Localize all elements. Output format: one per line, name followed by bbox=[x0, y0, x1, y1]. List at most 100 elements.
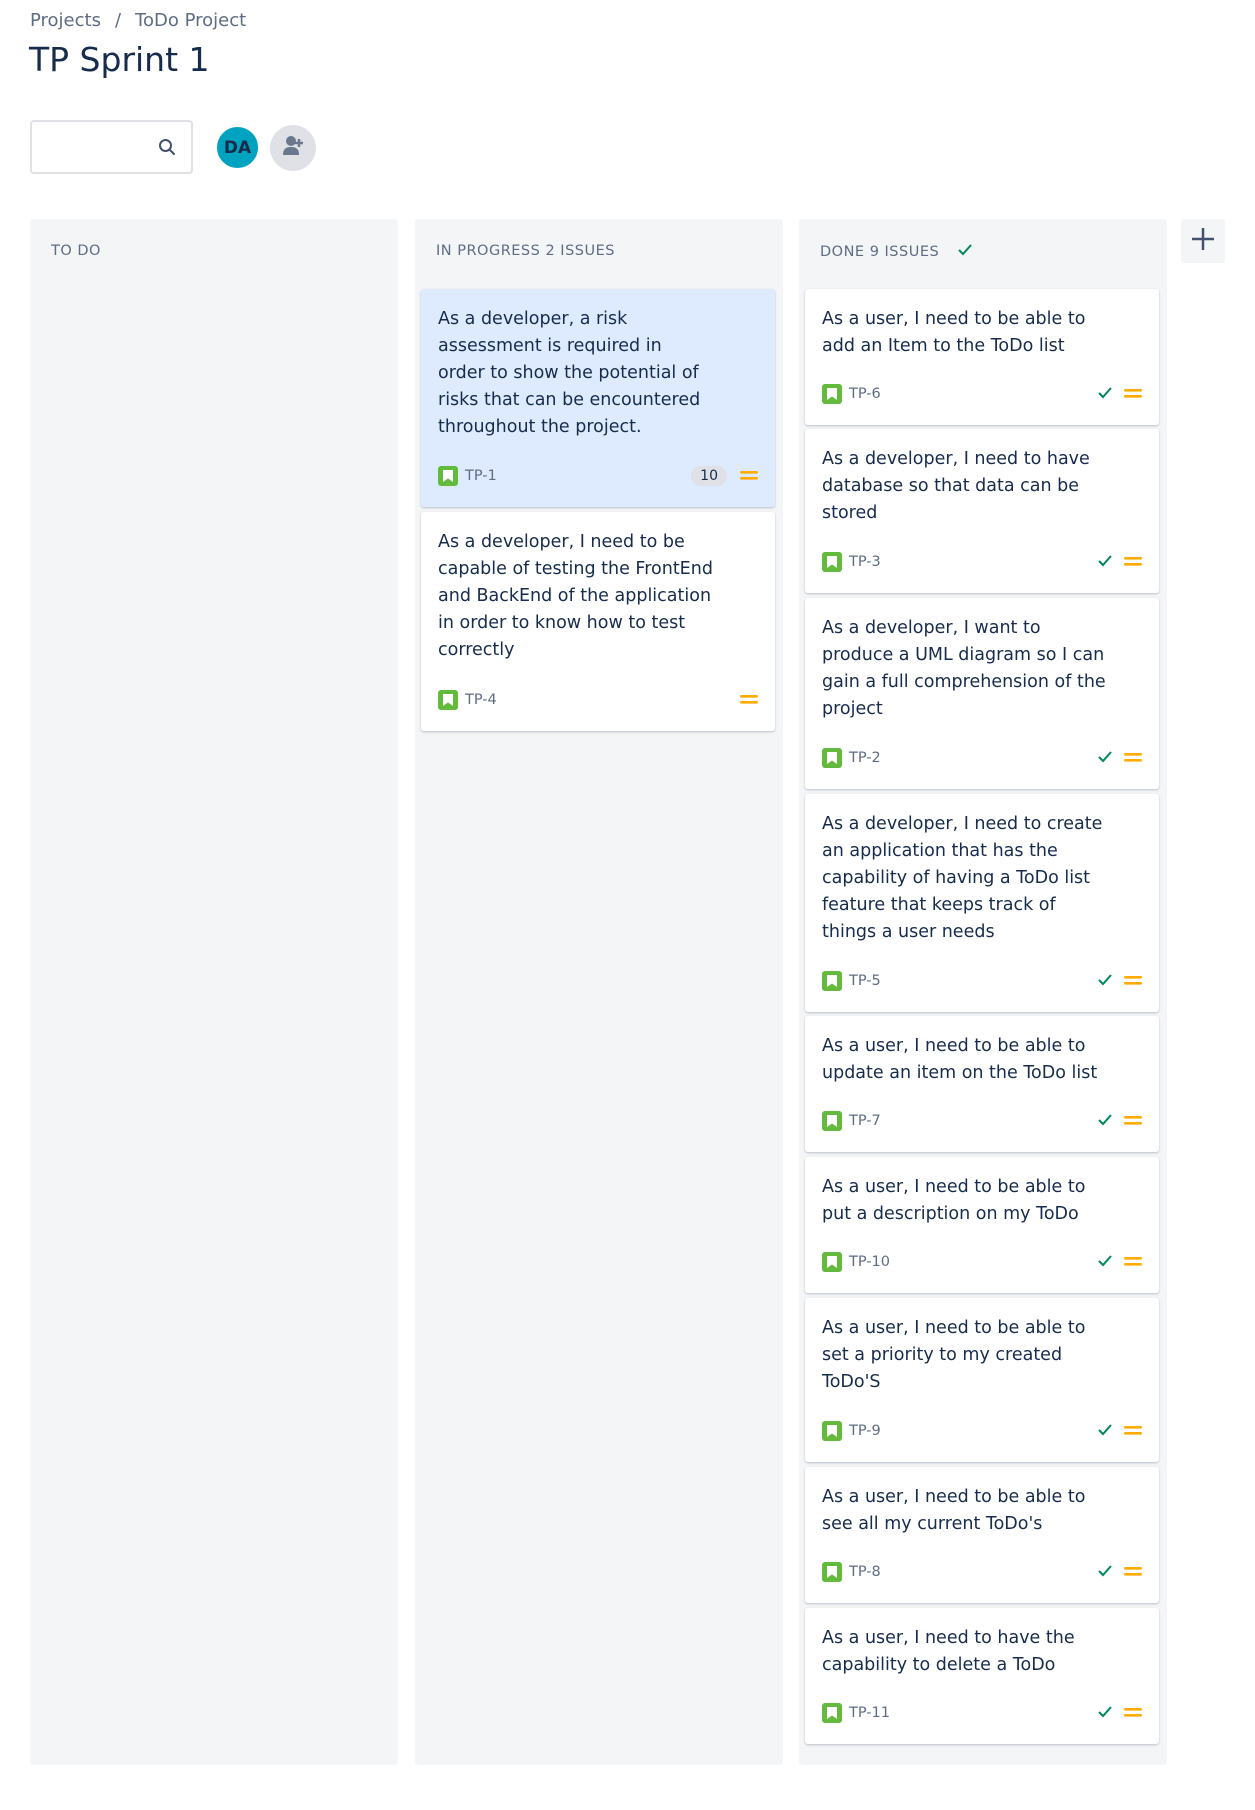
priority-medium-icon bbox=[1123, 1563, 1143, 1582]
issue-card[interactable]: As a developer, I need to create an appl… bbox=[805, 794, 1159, 1012]
card-footer: TP-9 bbox=[822, 1420, 1143, 1442]
issue-key[interactable]: TP-9 bbox=[849, 1423, 881, 1439]
story-points-badge: 10 bbox=[691, 466, 727, 486]
issue-card[interactable]: As a user, I need to be able to put a de… bbox=[805, 1157, 1159, 1293]
search-icon bbox=[157, 137, 177, 161]
issue-key[interactable]: TP-4 bbox=[465, 692, 497, 708]
card-footer: TP-11 bbox=[822, 1702, 1143, 1724]
done-check-icon bbox=[957, 243, 973, 261]
column-done: DONE 9 ISSUES As a user, I need to be ab… bbox=[799, 219, 1167, 1765]
card-summary: As a user, I need to be able to add an I… bbox=[822, 309, 1086, 356]
card-summary: As a user, I need to be able to put a de… bbox=[822, 1177, 1086, 1224]
card-footer-icons bbox=[1097, 1422, 1143, 1441]
issue-key[interactable]: TP-3 bbox=[849, 554, 881, 570]
column-title: DONE 9 ISSUES bbox=[820, 244, 940, 260]
issue-card[interactable]: As a user, I need to be able to see all … bbox=[805, 1467, 1159, 1603]
card-footer-icons bbox=[1097, 1112, 1143, 1131]
card-summary: As a user, I need to be able to update a… bbox=[822, 1036, 1098, 1083]
issue-key[interactable]: TP-10 bbox=[849, 1254, 890, 1270]
issue-card[interactable]: As a user, I need to be able to update a… bbox=[805, 1016, 1159, 1152]
breadcrumb: Projects / ToDo Project bbox=[30, 10, 246, 31]
page-title: TP Sprint 1 bbox=[29, 40, 210, 79]
story-bookmark-icon bbox=[822, 971, 842, 991]
breadcrumb-projects-link[interactable]: Projects bbox=[30, 10, 101, 31]
column-title: TO DO bbox=[51, 243, 101, 259]
issue-card[interactable]: As a developer, I want to produce a UML … bbox=[805, 598, 1159, 789]
card-footer-icons bbox=[739, 691, 759, 710]
story-bookmark-icon bbox=[822, 384, 842, 404]
card-footer: TP-1 10 bbox=[438, 465, 759, 487]
card-summary: As a developer, I need to create an appl… bbox=[822, 814, 1103, 942]
story-bookmark-icon bbox=[822, 1252, 842, 1272]
story-bookmark-icon bbox=[822, 552, 842, 572]
search-box[interactable] bbox=[30, 120, 193, 174]
column-todo: TO DO bbox=[30, 219, 398, 1765]
issue-key[interactable]: TP-8 bbox=[849, 1564, 881, 1580]
story-bookmark-icon bbox=[822, 748, 842, 768]
priority-medium-icon bbox=[1123, 749, 1143, 768]
card-footer: TP-5 bbox=[822, 970, 1143, 992]
card-footer: TP-10 bbox=[822, 1251, 1143, 1273]
story-bookmark-icon bbox=[438, 466, 458, 486]
done-check-icon bbox=[1097, 1253, 1113, 1272]
done-check-icon bbox=[1097, 553, 1113, 572]
issue-card[interactable]: As a developer, a risk assessment is req… bbox=[421, 289, 775, 507]
card-footer-icons bbox=[1097, 553, 1143, 572]
card-footer-icons bbox=[1097, 749, 1143, 768]
story-bookmark-icon bbox=[822, 1421, 842, 1441]
column-in-progress: IN PROGRESS 2 ISSUES As a developer, a r… bbox=[415, 219, 783, 1765]
story-bookmark-icon bbox=[822, 1703, 842, 1723]
done-check-icon bbox=[1097, 749, 1113, 768]
card-footer: TP-7 bbox=[822, 1110, 1143, 1132]
priority-medium-icon bbox=[1123, 1422, 1143, 1441]
done-check-icon bbox=[1097, 385, 1113, 404]
card-footer-icons: 10 bbox=[691, 466, 759, 486]
priority-medium-icon bbox=[1123, 1112, 1143, 1131]
priority-medium-icon bbox=[1123, 972, 1143, 991]
plus-icon bbox=[1190, 226, 1216, 256]
issue-card[interactable]: As a user, I need to have the capability… bbox=[805, 1608, 1159, 1744]
priority-medium-icon bbox=[739, 691, 759, 710]
card-footer-icons bbox=[1097, 1704, 1143, 1723]
add-people-button[interactable] bbox=[270, 125, 316, 171]
breadcrumb-project-link[interactable]: ToDo Project bbox=[135, 10, 246, 31]
card-footer: TP-2 bbox=[822, 747, 1143, 769]
card-footer: TP-8 bbox=[822, 1561, 1143, 1583]
card-footer-icons bbox=[1097, 1253, 1143, 1272]
column-title: IN PROGRESS 2 ISSUES bbox=[436, 243, 615, 259]
priority-medium-icon bbox=[1123, 553, 1143, 572]
column-header-todo: TO DO bbox=[51, 243, 101, 259]
card-footer: TP-6 bbox=[822, 383, 1143, 405]
card-summary: As a developer, I need to be capable of … bbox=[438, 532, 713, 660]
issue-key[interactable]: TP-6 bbox=[849, 386, 881, 402]
done-check-icon bbox=[1097, 972, 1113, 991]
done-check-icon bbox=[1097, 1422, 1113, 1441]
card-footer-icons bbox=[1097, 972, 1143, 991]
done-check-icon bbox=[1097, 1563, 1113, 1582]
add-column-button[interactable] bbox=[1181, 219, 1225, 263]
card-footer-icons bbox=[1097, 385, 1143, 404]
done-check-icon bbox=[1097, 1112, 1113, 1131]
issue-key[interactable]: TP-2 bbox=[849, 750, 881, 766]
priority-medium-icon bbox=[739, 467, 759, 486]
card-summary: As a user, I need to have the capability… bbox=[822, 1628, 1075, 1675]
issue-card[interactable]: As a developer, I need to be capable of … bbox=[421, 512, 775, 731]
card-summary: As a developer, I want to produce a UML … bbox=[822, 618, 1106, 719]
card-footer: TP-3 bbox=[822, 551, 1143, 573]
column-header-in-progress: IN PROGRESS 2 ISSUES bbox=[436, 243, 615, 259]
search-input[interactable] bbox=[32, 122, 152, 172]
add-people-icon bbox=[280, 133, 306, 163]
issue-key[interactable]: TP-7 bbox=[849, 1113, 881, 1129]
priority-medium-icon bbox=[1123, 385, 1143, 404]
card-footer-icons bbox=[1097, 1563, 1143, 1582]
issue-key[interactable]: TP-1 bbox=[465, 468, 497, 484]
story-bookmark-icon bbox=[822, 1111, 842, 1131]
issue-key[interactable]: TP-5 bbox=[849, 973, 881, 989]
card-summary: As a user, I need to be able to set a pr… bbox=[822, 1318, 1086, 1392]
avatar[interactable]: DA bbox=[215, 125, 260, 170]
issue-card[interactable]: As a user, I need to be able to add an I… bbox=[805, 289, 1159, 425]
issue-card[interactable]: As a developer, I need to have database … bbox=[805, 429, 1159, 593]
issue-key[interactable]: TP-11 bbox=[849, 1705, 890, 1721]
issue-card[interactable]: As a user, I need to be able to set a pr… bbox=[805, 1298, 1159, 1462]
column-header-done: DONE 9 ISSUES bbox=[820, 243, 973, 261]
